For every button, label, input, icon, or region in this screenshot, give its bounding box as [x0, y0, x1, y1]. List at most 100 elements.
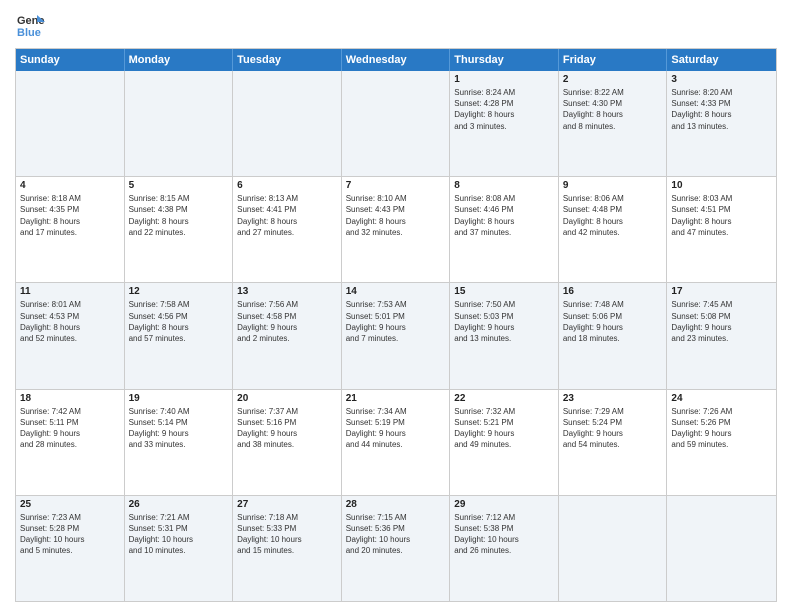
day-number: 1 — [454, 74, 554, 85]
day-info: Sunrise: 7:12 AMSunset: 5:38 PMDaylight:… — [454, 512, 554, 557]
calendar-cell: 3 Sunrise: 8:20 AMSunset: 4:33 PMDaylight… — [667, 71, 776, 176]
calendar-cell: 7Sunrise: 8:10 AMSunset: 4:43 PMDaylight… — [342, 177, 451, 282]
day-info: Sunrise: 7:29 AMSunset: 5:24 PMDaylight:… — [563, 406, 663, 451]
day-info: Sunrise: 8:13 AMSunset: 4:41 PMDaylight:… — [237, 193, 337, 238]
day-info: Sunrise: 7:53 AMSunset: 5:01 PMDaylight:… — [346, 299, 446, 344]
svg-text:Blue: Blue — [17, 27, 41, 39]
calendar-cell — [16, 71, 125, 176]
day-number: 14 — [346, 286, 446, 297]
day-info: Sunrise: 8:08 AMSunset: 4:46 PMDaylight:… — [454, 193, 554, 238]
day-info: Sunrise: 8:22 AMSunset: 4:30 PMDaylight:… — [563, 87, 663, 132]
day-number: 15 — [454, 286, 554, 297]
day-number: 28 — [346, 499, 446, 510]
day-info: Sunrise: 7:23 AMSunset: 5:28 PMDaylight:… — [20, 512, 120, 557]
day-number: 17 — [671, 286, 772, 297]
day-number: 24 — [671, 393, 772, 404]
day-number: 20 — [237, 393, 337, 404]
day-number: 27 — [237, 499, 337, 510]
calendar-cell: 27 Sunrise: 7:18 AMSunset: 5:33 PMDayligh… — [233, 496, 342, 601]
calendar-cell: 24 Sunrise: 7:26 AMSunset: 5:26 PMDayligh… — [667, 390, 776, 495]
day-number: 26 — [129, 499, 229, 510]
calendar-row: 11 Sunrise: 8:01 AMSunset: 4:53 PMDayligh… — [16, 283, 776, 389]
day-number: 6 — [237, 180, 337, 191]
calendar-cell — [559, 496, 668, 601]
logo: General Blue — [15, 10, 45, 40]
weekday-header: Monday — [125, 49, 234, 71]
calendar-cell: 4Sunrise: 8:18 AMSunset: 4:35 PMDaylight… — [16, 177, 125, 282]
header: General Blue — [15, 10, 777, 40]
day-number: 10 — [671, 180, 772, 191]
weekday-header: Tuesday — [233, 49, 342, 71]
day-info: Sunrise: 8:10 AMSunset: 4:43 PMDaylight:… — [346, 193, 446, 238]
day-info: Sunrise: 8:03 AMSunset: 4:51 PMDaylight:… — [671, 193, 772, 238]
calendar-cell: 19Sunrise: 7:40 AMSunset: 5:14 PMDayligh… — [125, 390, 234, 495]
logo-icon: General Blue — [15, 10, 45, 40]
day-info: Sunrise: 7:15 AMSunset: 5:36 PMDaylight:… — [346, 512, 446, 557]
day-info: Sunrise: 7:50 AMSunset: 5:03 PMDaylight:… — [454, 299, 554, 344]
calendar-row: 18Sunrise: 7:42 AMSunset: 5:11 PMDayligh… — [16, 390, 776, 496]
calendar-cell: 11 Sunrise: 8:01 AMSunset: 4:53 PMDayligh… — [16, 283, 125, 388]
calendar-cell: 16 Sunrise: 7:48 AMSunset: 5:06 PMDayligh… — [559, 283, 668, 388]
calendar-cell: 10 Sunrise: 8:03 AMSunset: 4:51 PMDayligh… — [667, 177, 776, 282]
day-number: 5 — [129, 180, 229, 191]
day-number: 23 — [563, 393, 663, 404]
calendar-cell: 1 Sunrise: 8:24 AMSunset: 4:28 PMDaylight… — [450, 71, 559, 176]
weekday-header: Saturday — [667, 49, 776, 71]
calendar-cell: 22 Sunrise: 7:32 AMSunset: 5:21 PMDayligh… — [450, 390, 559, 495]
day-info: Sunrise: 8:01 AMSunset: 4:53 PMDaylight:… — [20, 299, 120, 344]
calendar-row: 1 Sunrise: 8:24 AMSunset: 4:28 PMDaylight… — [16, 71, 776, 177]
day-info: Sunrise: 7:58 AMSunset: 4:56 PMDaylight:… — [129, 299, 229, 344]
day-info: Sunrise: 7:40 AMSunset: 5:14 PMDaylight:… — [129, 406, 229, 451]
calendar-cell: 28 Sunrise: 7:15 AMSunset: 5:36 PMDayligh… — [342, 496, 451, 601]
day-number: 12 — [129, 286, 229, 297]
calendar-cell: 26 Sunrise: 7:21 AMSunset: 5:31 PMDayligh… — [125, 496, 234, 601]
calendar-row: 25Sunrise: 7:23 AMSunset: 5:28 PMDayligh… — [16, 496, 776, 601]
calendar-cell — [342, 71, 451, 176]
day-number: 22 — [454, 393, 554, 404]
calendar-body: 1 Sunrise: 8:24 AMSunset: 4:28 PMDaylight… — [16, 71, 776, 601]
day-info: Sunrise: 7:45 AMSunset: 5:08 PMDaylight:… — [671, 299, 772, 344]
weekday-header: Sunday — [16, 49, 125, 71]
calendar-header: SundayMondayTuesdayWednesdayThursdayFrid… — [16, 49, 776, 71]
calendar-cell: 25Sunrise: 7:23 AMSunset: 5:28 PMDayligh… — [16, 496, 125, 601]
day-number: 11 — [20, 286, 120, 297]
day-info: Sunrise: 7:56 AMSunset: 4:58 PMDaylight:… — [237, 299, 337, 344]
day-info: Sunrise: 7:21 AMSunset: 5:31 PMDaylight:… — [129, 512, 229, 557]
calendar-cell: 18Sunrise: 7:42 AMSunset: 5:11 PMDayligh… — [16, 390, 125, 495]
calendar-row: 4Sunrise: 8:18 AMSunset: 4:35 PMDaylight… — [16, 177, 776, 283]
page: General Blue SundayMondayTuesdayWednesda… — [0, 0, 792, 612]
day-number: 29 — [454, 499, 554, 510]
day-number: 3 — [671, 74, 772, 85]
weekday-header: Thursday — [450, 49, 559, 71]
day-number: 18 — [20, 393, 120, 404]
day-info: Sunrise: 7:26 AMSunset: 5:26 PMDaylight:… — [671, 406, 772, 451]
calendar-cell: 9Sunrise: 8:06 AMSunset: 4:48 PMDaylight… — [559, 177, 668, 282]
calendar-cell: 17 Sunrise: 7:45 AMSunset: 5:08 PMDayligh… — [667, 283, 776, 388]
weekday-header: Wednesday — [342, 49, 451, 71]
day-info: Sunrise: 8:24 AMSunset: 4:28 PMDaylight:… — [454, 87, 554, 132]
day-number: 21 — [346, 393, 446, 404]
calendar-cell — [667, 496, 776, 601]
calendar-cell: 29 Sunrise: 7:12 AMSunset: 5:38 PMDayligh… — [450, 496, 559, 601]
calendar-cell: 5 Sunrise: 8:15 AMSunset: 4:38 PMDaylight… — [125, 177, 234, 282]
day-number: 16 — [563, 286, 663, 297]
day-number: 13 — [237, 286, 337, 297]
day-info: Sunrise: 8:20 AMSunset: 4:33 PMDaylight:… — [671, 87, 772, 132]
day-info: Sunrise: 7:32 AMSunset: 5:21 PMDaylight:… — [454, 406, 554, 451]
day-info: Sunrise: 7:34 AMSunset: 5:19 PMDaylight:… — [346, 406, 446, 451]
day-info: Sunrise: 7:18 AMSunset: 5:33 PMDaylight:… — [237, 512, 337, 557]
day-info: Sunrise: 7:48 AMSunset: 5:06 PMDaylight:… — [563, 299, 663, 344]
day-number: 8 — [454, 180, 554, 191]
calendar-cell: 2 Sunrise: 8:22 AMSunset: 4:30 PMDaylight… — [559, 71, 668, 176]
calendar-cell: 8 Sunrise: 8:08 AMSunset: 4:46 PMDaylight… — [450, 177, 559, 282]
day-info: Sunrise: 8:15 AMSunset: 4:38 PMDaylight:… — [129, 193, 229, 238]
calendar-cell: 13 Sunrise: 7:56 AMSunset: 4:58 PMDayligh… — [233, 283, 342, 388]
calendar-cell: 20Sunrise: 7:37 AMSunset: 5:16 PMDayligh… — [233, 390, 342, 495]
calendar-cell: 14 Sunrise: 7:53 AMSunset: 5:01 PMDayligh… — [342, 283, 451, 388]
day-number: 9 — [563, 180, 663, 191]
day-number: 2 — [563, 74, 663, 85]
calendar-cell: 23 Sunrise: 7:29 AMSunset: 5:24 PMDayligh… — [559, 390, 668, 495]
calendar-cell — [233, 71, 342, 176]
calendar-cell: 15 Sunrise: 7:50 AMSunset: 5:03 PMDayligh… — [450, 283, 559, 388]
calendar-cell: 12 Sunrise: 7:58 AMSunset: 4:56 PMDayligh… — [125, 283, 234, 388]
